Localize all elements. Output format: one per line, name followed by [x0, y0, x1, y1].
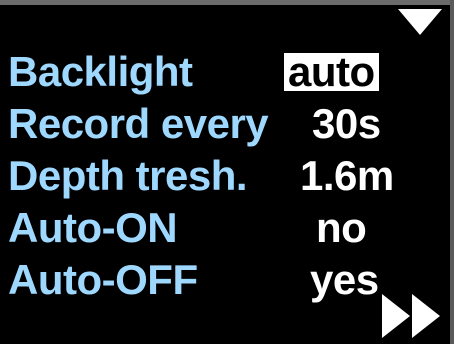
menu-label: Record every: [8, 100, 269, 147]
menu-value[interactable]: yes: [310, 256, 379, 304]
chevron-right-icon: [412, 294, 440, 338]
menu-value[interactable]: 30s: [312, 100, 381, 148]
menu-label: Backlight: [8, 48, 193, 95]
menu-row-backlight[interactable]: Backlight auto: [0, 48, 450, 102]
dive-computer-settings-screen: Backlight auto Record every 30s Depth tr…: [0, 0, 454, 344]
menu-row-record-every[interactable]: Record every 30s: [0, 100, 450, 154]
menu-value[interactable]: 1.6m: [300, 152, 394, 200]
menu-label: Auto-OFF: [8, 256, 198, 303]
menu-value[interactable]: no: [316, 204, 367, 252]
triangle-down-icon[interactable]: [398, 9, 442, 35]
menu-value-selected[interactable]: auto: [284, 51, 379, 93]
menu-label: Auto-ON: [8, 204, 178, 251]
double-chevron-right-icon[interactable]: [382, 294, 442, 338]
menu-row-depth-thresh[interactable]: Depth tresh. 1.6m: [0, 152, 450, 206]
screen-frame-right: [450, 0, 454, 344]
screen-frame-top: [0, 0, 454, 5]
menu-row-auto-on[interactable]: Auto-ON no: [0, 204, 450, 258]
menu-label: Depth tresh.: [8, 152, 248, 199]
chevron-right-icon: [382, 294, 410, 338]
